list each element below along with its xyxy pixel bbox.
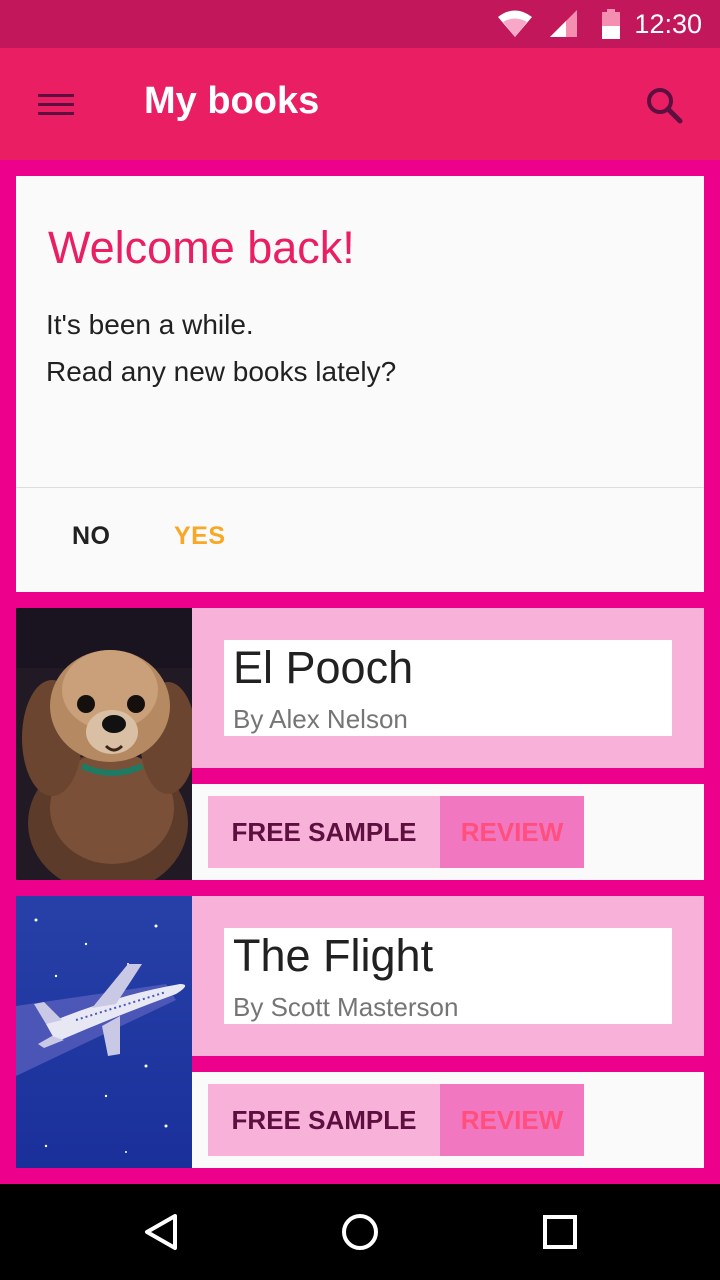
signal-icon	[550, 10, 577, 37]
search-icon	[647, 88, 683, 124]
free-sample-button[interactable]: FREE SAMPLE	[208, 796, 440, 868]
app-bar: My books	[0, 48, 720, 160]
book-author: By Alex Nelson	[233, 704, 408, 734]
welcome-line-1: It's been a while.	[46, 309, 254, 340]
free-sample-button[interactable]: FREE SAMPLE	[208, 1084, 440, 1156]
review-button[interactable]: REVIEW	[440, 1084, 584, 1156]
no-button[interactable]: NO	[72, 522, 111, 551]
book-cover-image[interactable]	[16, 896, 192, 1168]
home-button[interactable]	[332, 1208, 388, 1256]
status-bar: 12:30	[0, 0, 720, 48]
puppy-cover-illustration	[16, 608, 192, 880]
book-info-band: El Pooch By Alex Nelson	[192, 608, 704, 768]
wifi-icon	[498, 10, 532, 37]
welcome-line-2: Read any new books lately?	[46, 356, 397, 387]
recents-icon	[543, 1215, 577, 1249]
status-time: 12:30	[634, 9, 702, 39]
menu-icon	[38, 94, 74, 115]
yes-button[interactable]: YES	[174, 522, 226, 551]
page-title: My books	[144, 80, 320, 122]
back-button[interactable]	[132, 1208, 188, 1256]
book-author: By Scott Masterson	[233, 992, 459, 1022]
welcome-heading: Welcome back!	[48, 222, 355, 273]
airplane-cover-illustration	[16, 896, 192, 1168]
recents-button[interactable]	[532, 1208, 588, 1256]
book-card: El Pooch By Alex Nelson FREE SAMPLE REVI…	[16, 608, 704, 880]
review-button[interactable]: REVIEW	[440, 796, 584, 868]
menu-button[interactable]	[24, 80, 88, 128]
book-info-band: The Flight By Scott Masterson	[192, 896, 704, 1056]
back-icon	[145, 1214, 177, 1250]
book-card: The Flight By Scott Masterson FREE SAMPL…	[16, 896, 704, 1168]
system-nav-bar	[0, 1184, 720, 1280]
book-title: The Flight	[233, 930, 434, 981]
book-cover-image[interactable]	[16, 608, 192, 880]
search-button[interactable]	[636, 80, 692, 128]
book-actions: FREE SAMPLE REVIEW	[192, 784, 704, 880]
book-actions: FREE SAMPLE REVIEW	[192, 1072, 704, 1168]
divider	[16, 487, 704, 488]
home-icon	[342, 1214, 378, 1250]
welcome-card: Welcome back! It's been a while. Read an…	[16, 176, 704, 592]
battery-icon	[602, 9, 620, 39]
book-title: El Pooch	[233, 642, 414, 693]
book-info-box: El Pooch By Alex Nelson	[224, 640, 672, 736]
book-info-box: The Flight By Scott Masterson	[224, 928, 672, 1024]
